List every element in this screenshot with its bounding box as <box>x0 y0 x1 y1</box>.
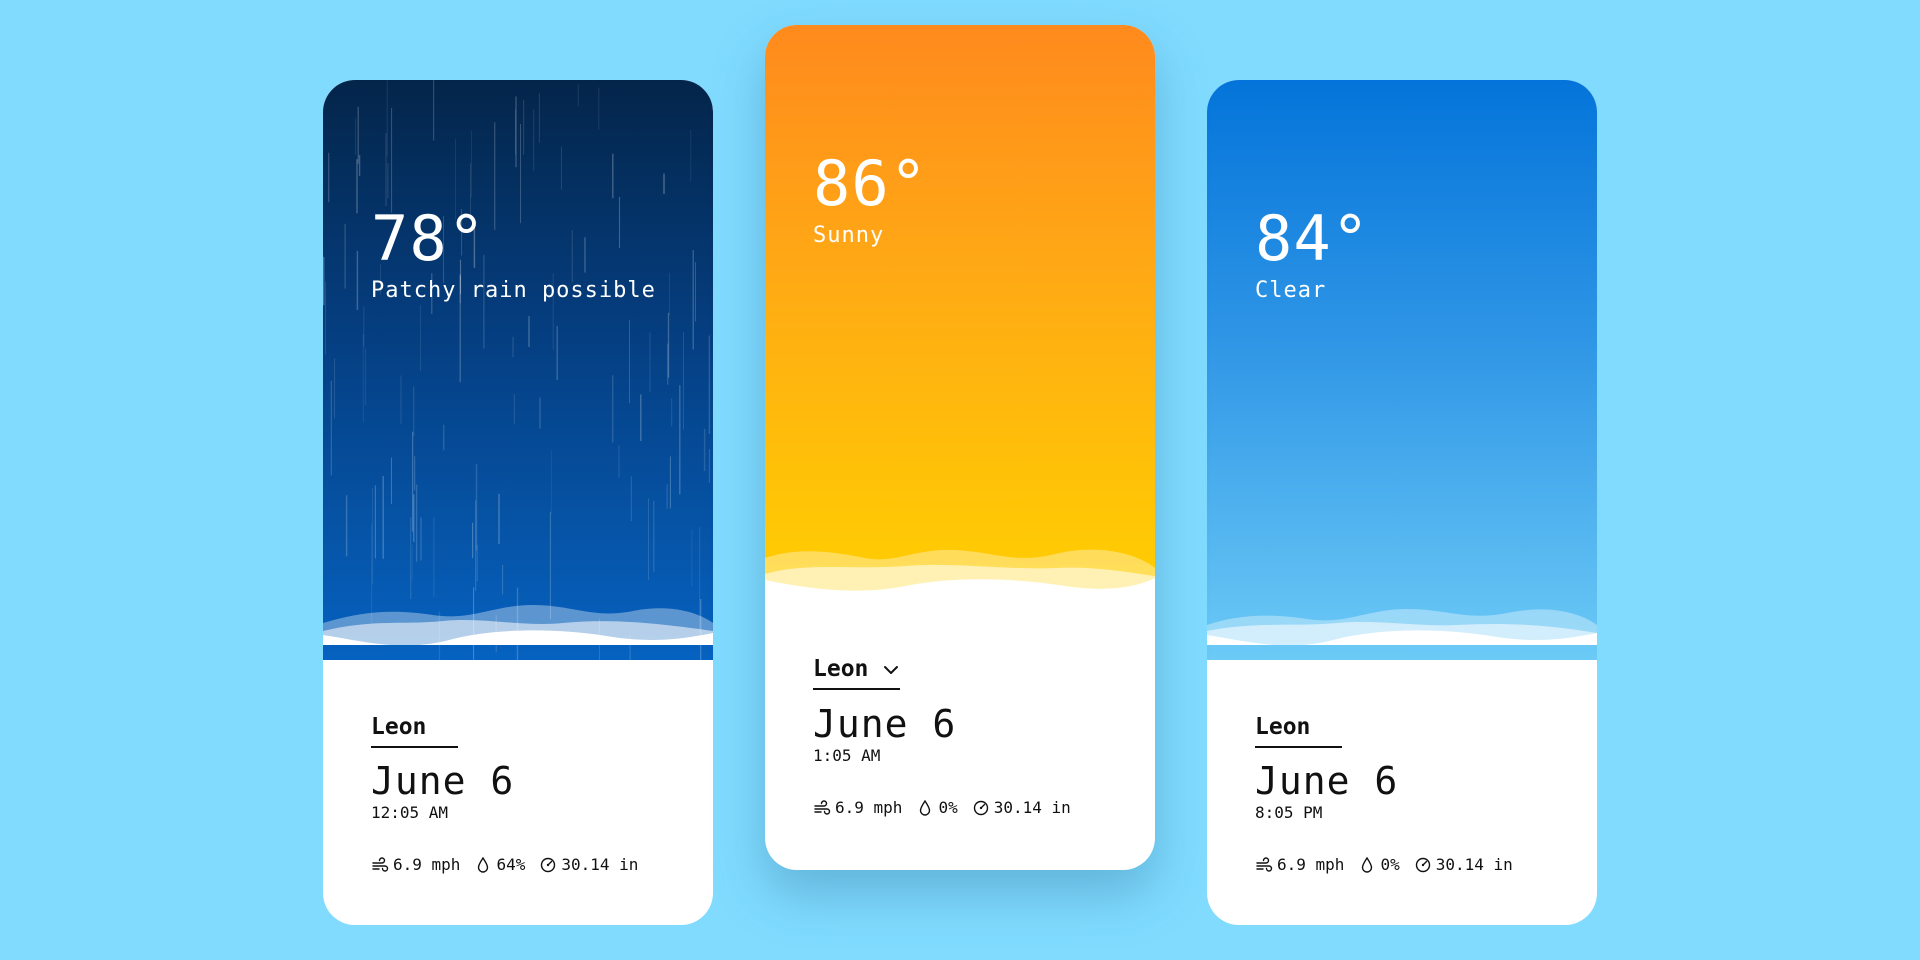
sky-background <box>765 25 1155 605</box>
gauge-icon <box>973 800 988 815</box>
wave-divider <box>765 549 1155 610</box>
pressure-value: 30.14 in <box>1435 855 1513 874</box>
city-name[interactable]: Leon <box>1255 714 1343 748</box>
wind-speed: 6.9 mph <box>835 798 903 817</box>
wind-icon <box>1256 856 1273 872</box>
wind-stat: 6.9 mph <box>371 855 460 874</box>
wind-icon <box>372 856 389 872</box>
weather-card-rain[interactable]: 78° Patchy rain possible Leon June 6 12:… <box>323 80 713 925</box>
temperature: 78° <box>371 202 486 275</box>
condition: Patchy rain possible <box>371 278 656 303</box>
wind-speed: 6.9 mph <box>393 855 461 874</box>
weather-stats: 6.9 mph 0% 30.14 in <box>813 798 1085 817</box>
temperature: 84° <box>1255 202 1370 275</box>
time: 8:05 PM <box>1255 803 1323 822</box>
date: June 6 <box>813 702 957 746</box>
pressure-stat: 30.14 in <box>539 855 638 874</box>
droplet-icon <box>920 799 931 816</box>
temperature: 86° <box>813 147 928 220</box>
weather-stats: 6.9 mph 0% 30.14 in <box>1255 855 1527 874</box>
pressure-stat: 30.14 in <box>1414 855 1513 874</box>
humidity-stat: 64% <box>474 855 525 874</box>
weather-card-clear[interactable]: 84° Clear Leon June 6 8:05 PM 6.9 mph 0%… <box>1207 80 1597 925</box>
city-name: Leon <box>813 656 869 682</box>
rain-streaks <box>323 80 713 660</box>
time: 12:05 AM <box>371 803 449 822</box>
sky-background <box>1207 80 1597 660</box>
city-selector[interactable]: Leon <box>813 656 901 690</box>
condition: Clear <box>1255 278 1327 303</box>
city-name[interactable]: Leon <box>371 714 459 748</box>
humidity-stat: 0% <box>916 798 958 817</box>
date: June 6 <box>371 759 515 803</box>
pressure-value: 30.14 in <box>561 855 639 874</box>
gauge-icon <box>541 857 556 872</box>
humidity-value: 0% <box>938 798 958 817</box>
wave-divider <box>323 605 713 645</box>
droplet-icon <box>1362 856 1373 873</box>
wind-speed: 6.9 mph <box>1277 855 1345 874</box>
weather-stats: 6.9 mph 64% 30.14 in <box>371 855 652 874</box>
wave-divider <box>1207 609 1597 645</box>
wind-icon <box>814 799 831 815</box>
pressure-value: 30.14 in <box>993 798 1071 817</box>
humidity-stat: 0% <box>1358 855 1400 874</box>
weather-card-sunny[interactable]: 86° Sunny Leon June 6 1:05 AM 6.9 mph 0%… <box>765 25 1155 870</box>
wind-stat: 6.9 mph <box>1255 855 1344 874</box>
pressure-stat: 30.14 in <box>972 798 1071 817</box>
humidity-value: 64% <box>496 855 526 874</box>
droplet-icon <box>478 856 489 873</box>
gauge-icon <box>1415 857 1430 872</box>
time: 1:05 AM <box>813 746 881 765</box>
chevron-down-icon[interactable] <box>882 663 900 677</box>
wind-stat: 6.9 mph <box>813 798 902 817</box>
condition: Sunny <box>813 223 885 248</box>
date: June 6 <box>1255 759 1399 803</box>
humidity-value: 0% <box>1380 855 1400 874</box>
